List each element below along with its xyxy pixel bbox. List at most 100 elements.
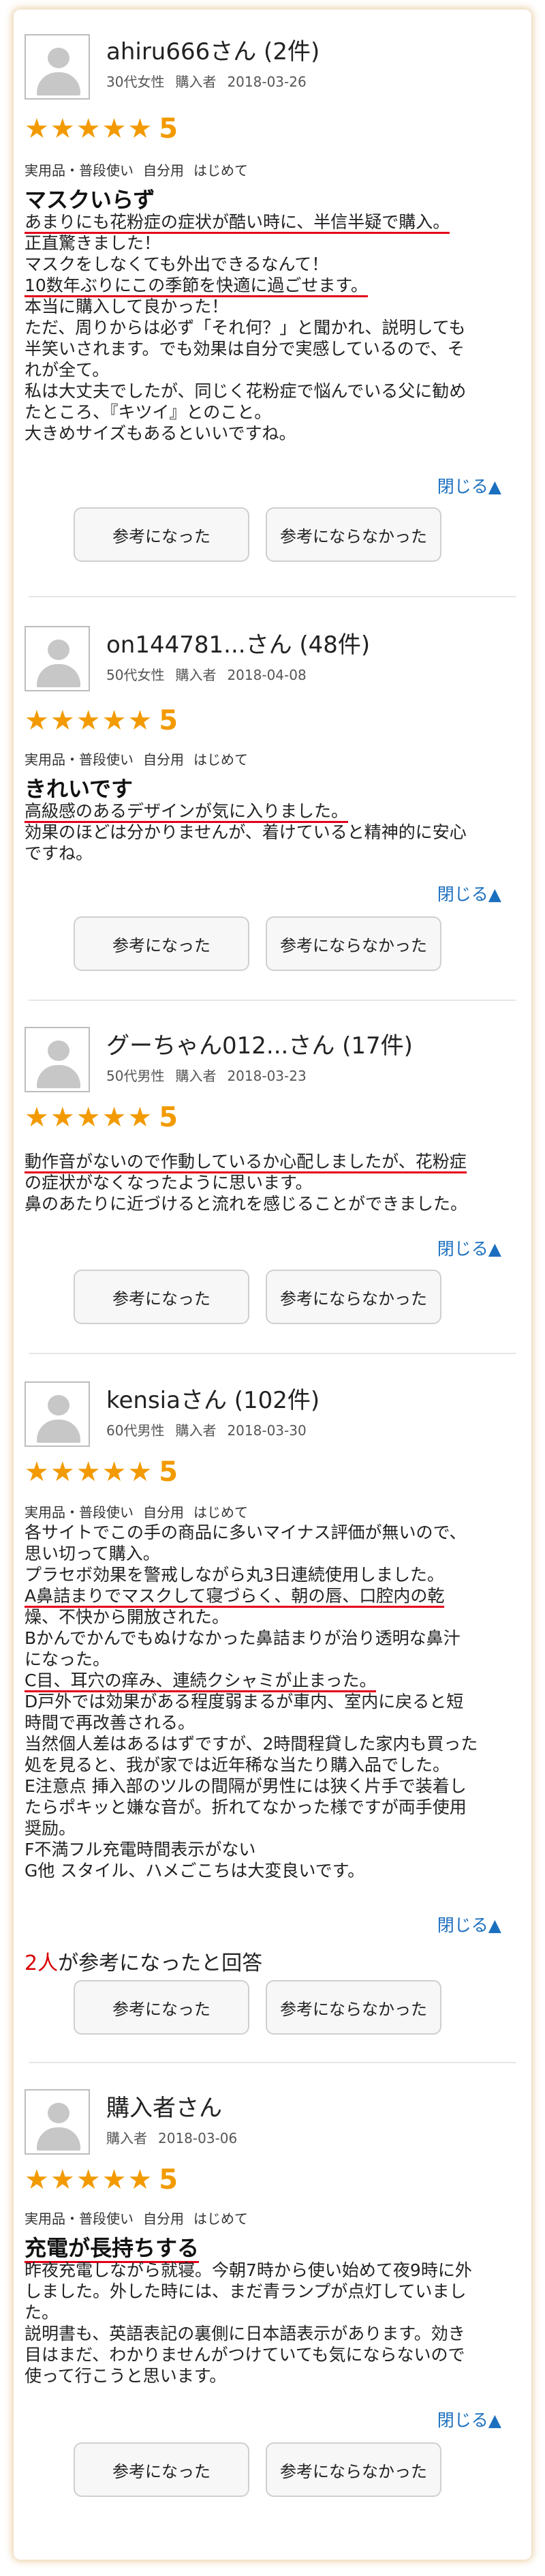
user-avatar-icon [25,1381,90,1447]
collapse-link[interactable]: 閉じる▲ [437,1912,501,1936]
review-date: 2018-04-08 [227,667,307,683]
review-line: C目、耳穴の痒み、連続クシャミが止まった。 [25,1671,377,1692]
reviewer-meta: 50代女性 購入者 2018-04-08 [106,664,317,684]
user-avatar-icon [25,2089,90,2155]
review-title-text: 充電が長持ちする [25,2235,200,2263]
tag: 実用品・普段使い [25,162,134,179]
review-line: ただ、周りからは必ず「それ何？」と聞かれ、説明しても [25,318,466,338]
review-line: D戸外では効果がある程度弱まるが車内、室内に戻ると短 [25,1692,464,1711]
reviewer-demographic: 30代女性 [106,74,165,90]
user-avatar-icon [25,34,90,100]
star-icon: ★★★★★ [25,2164,154,2196]
tag: 実用品・普段使い [25,2211,134,2227]
review-line: たらポキッと嫌な音が。折れてなかった様ですが両手使用 [25,1797,467,1817]
review-line: 動作音がないので作動しているか心配しましたが、花粉症 [25,1152,467,1173]
review-line: 鼻のあたりに近づけると流れを感じることができました。 [25,1194,468,1214]
review-body: 動作音がないので作動しているか心配しましたが、花粉症 の症状がなくなったように思… [25,1151,488,1214]
review-body: あまりにも花粉症の症状が酷い時に、半信半疑で購入。 正直驚きました！ マスクをし… [25,211,488,444]
review-divider [29,596,516,597]
review-line: Bかんでかんでもぬけなかった鼻詰まりが治り透明な鼻汁 [25,1628,461,1648]
not-helpful-button[interactable]: 参考にならなかった [266,1270,441,1324]
review-line: 当然個人差はあるはずですが、2時間程貸した家内も買った [25,1734,478,1754]
review-line: 奨励。 [25,1818,76,1838]
review-line: ですね。 [25,843,93,863]
reviewer-name[interactable]: ahiru666さん (2件) [106,33,320,66]
star-icon: ★★★★★ [25,1102,154,1133]
helpful-button[interactable]: 参考になった [74,1980,249,2035]
helpful-count: 2人が参考になったと回答 [25,1946,262,1976]
review-line: しました。外した時には、まだ青ランプが点灯していまし [25,2281,467,2301]
review-line: 大きめサイズもあるといいですね。 [25,423,296,443]
helpful-button[interactable]: 参考になった [74,1270,249,1324]
tag: はじめて [193,162,248,179]
helpful-button[interactable]: 参考になった [74,2442,249,2497]
star-icon: ★★★★★ [25,705,154,736]
review-line: 昨夜充電しながら就寝。今朝7時から使い始めて夜9時に外 [25,2260,472,2280]
not-helpful-button[interactable]: 参考にならなかった [266,2442,441,2497]
tag: 実用品・普段使い [25,751,134,768]
reviewer-name[interactable]: 購入者さん [106,2089,222,2123]
user-avatar-icon [25,626,90,691]
helpful-button[interactable]: 参考になった [74,507,249,562]
review-line: 各サイトでこの手の商品に多いマイナス評価が無いので、 [25,1523,467,1542]
review-line: あまりにも花粉症の症状が酷い時に、半信半疑で購入。 [25,212,450,234]
review-tags: 実用品・普段使い 自分用 はじめて [25,160,258,179]
buyer-badge: 購入者 [175,667,217,683]
collapse-link[interactable]: 閉じる▲ [437,1235,501,1260]
review-date: 2018-03-23 [227,1068,307,1084]
collapse-link[interactable]: 閉じる▲ [437,881,501,905]
review-body: 各サイトでこの手の商品に多いマイナス評価が無いので、 思い切って購入。 プラセボ… [25,1522,488,1881]
not-helpful-button[interactable]: 参考にならなかった [266,507,441,562]
reviewer-name[interactable]: kensiaさん (102件) [106,1381,320,1415]
review-title: 充電が長持ちする [25,2231,200,2263]
review-tags: 実用品・普段使い 自分用 はじめて [25,1501,258,1521]
rating-score: 5 [159,705,178,736]
review-line: F不満フル充電時間表示がない [25,1840,256,1859]
review-divider [29,1000,516,1001]
rating-score: 5 [159,1456,178,1488]
not-helpful-button[interactable]: 参考にならなかった [266,1980,441,2035]
review-title: マスクいらず [25,187,155,213]
reviewer-name[interactable]: on144781...さん (48件) [106,626,370,659]
review-line: 燥、不快から開放された。 [25,1607,230,1627]
collapse-link[interactable]: 閉じる▲ [437,2407,501,2431]
rating: ★★★★★ 5 [25,113,178,145]
helpful-button[interactable]: 参考になった [74,916,249,971]
not-helpful-button[interactable]: 参考にならなかった [266,916,441,971]
rating: ★★★★★ 5 [25,1102,178,1133]
review-line: 思い切って購入。 [25,1544,160,1563]
review-date: 2018-03-06 [158,2130,238,2146]
review-tags: 実用品・普段使い 自分用 はじめて [25,749,258,768]
helpful-number: 2人 [25,1951,59,1975]
collapse-link[interactable]: 閉じる▲ [437,473,501,498]
reviewer-meta: 購入者 2018-03-06 [106,2127,248,2147]
review-date: 2018-03-26 [227,74,307,90]
rating: ★★★★★ 5 [25,2164,178,2196]
reviewer-meta: 50代男性 購入者 2018-03-23 [106,1065,317,1085]
review-line: 高級感のあるデザインが気に入りました。 [25,801,349,823]
user-avatar-icon [25,1027,90,1092]
reviewer-demographic: 50代男性 [106,1068,165,1084]
tag: はじめて [193,1504,248,1521]
review-line: 目はまだ、わかりませんがつけていても気にならないので [25,2345,465,2365]
rating: ★★★★★ 5 [25,705,178,736]
review-line: 正直驚きました！ [25,233,161,253]
review-list: ahiru666さん (2件) 30代女性購入者 2018-03-26 ★★★★★… [14,10,531,2560]
review-title: きれいです [25,776,134,802]
review-line: の症状がなくなったように思います。 [25,1173,313,1193]
reviewer-name[interactable]: グーちゃん012...さん (17件) [106,1027,413,1060]
review-line: 時間で再改善される。 [25,1713,196,1733]
buyer-badge: 購入者 [175,1068,217,1084]
tag: 自分用 [143,751,184,768]
tag: はじめて [193,2211,248,2227]
star-icon: ★★★★★ [25,113,154,145]
review-line: 半笑いされます。でも効果は自分で実感しているので、そ [25,339,465,359]
reviewer-meta: 60代男性 購入者 2018-03-30 [106,1420,317,1439]
review-line: G他 スタイル、ハメごこちは大変良いです。 [25,1861,365,1881]
reviewer-demographic: 50代女性 [106,667,165,683]
review-date: 2018-03-30 [227,1422,307,1439]
review-line: A鼻詰まりでマスクして寝づらく、朝の唇、口腔内の乾 [25,1586,445,1608]
review-line: E注意点 挿入部のツルの間隔が男性には狭く片手で装着し [25,1776,467,1796]
buyer-badge: 購入者 [106,2130,147,2146]
review-line: れが全て。 [25,360,110,380]
